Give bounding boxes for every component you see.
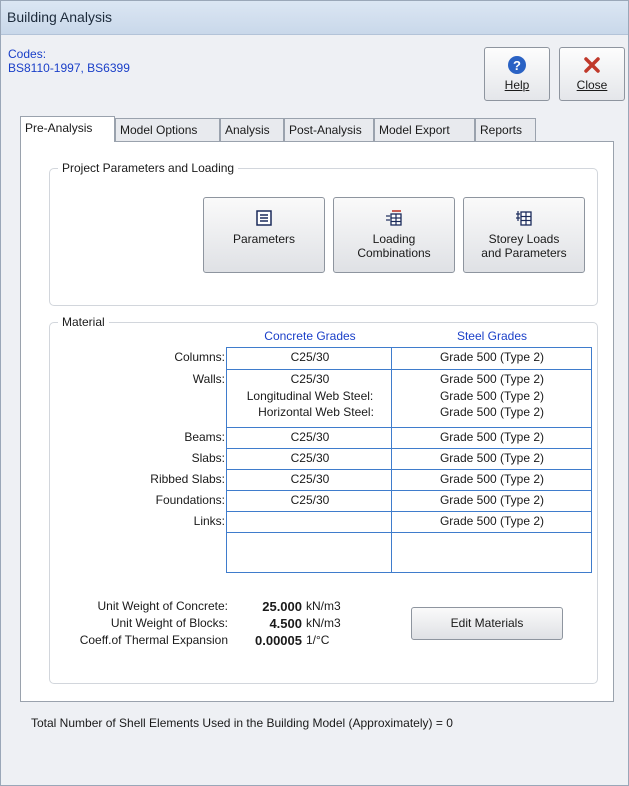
longitudinal-web-steel[interactable]: Grade 500 (Type 2) — [392, 389, 592, 404]
grid-line — [226, 427, 592, 428]
tab-model-export[interactable]: Model Export — [374, 118, 475, 142]
unit-weight-concrete-label: Unit Weight of Concrete: — [97, 599, 228, 613]
grid-line — [226, 532, 592, 533]
codes-value: BS8110-1997, BS6399 — [8, 61, 130, 75]
unit-weight-blocks-row: Unit Weight of Blocks: 4.500 kN/m3 — [50, 616, 370, 632]
ribbed-slabs-steel[interactable]: Grade 500 (Type 2) — [392, 472, 592, 487]
thermal-expansion-value: 0.00005 — [255, 633, 302, 648]
foundations-steel[interactable]: Grade 500 (Type 2) — [392, 493, 592, 508]
codes-label: Codes: — [8, 47, 47, 61]
ribbed-slabs-label: Ribbed Slabs: — [150, 472, 225, 486]
help-label: Help — [504, 78, 530, 92]
steel-grades-header: Steel Grades — [456, 329, 528, 343]
window-title: Building Analysis — [7, 9, 113, 25]
slabs-label: Slabs: — [191, 451, 225, 465]
storey-line1: Storey Loads — [488, 232, 560, 246]
loading-combinations-button[interactable]: Loading Combinations — [333, 197, 455, 273]
beams-concrete[interactable]: C25/30 — [228, 430, 392, 445]
project-group-title: Project Parameters and Loading — [58, 161, 239, 175]
grid-line — [226, 469, 592, 470]
tab-pre-analysis[interactable]: Pre-Analysis — [20, 116, 115, 142]
storey-loads-label: Storey Loads and Parameters — [464, 232, 584, 260]
material-group-title: Material — [58, 315, 109, 329]
tab-reports[interactable]: Reports — [475, 118, 536, 142]
material-group: Material Concrete Grades Steel Grades Co… — [49, 315, 598, 684]
unit-weight-blocks-value: 4.500 — [269, 616, 302, 631]
parameters-label: Parameters — [232, 232, 296, 246]
thermal-expansion-unit: 1/°C — [306, 633, 330, 647]
project-parameters-group: Project Parameters and Loading Parameter… — [49, 161, 598, 306]
grid-line — [226, 511, 592, 512]
beams-label: Beams: — [184, 430, 225, 444]
walls-label: Walls: — [192, 372, 225, 386]
unit-weight-concrete-unit: kN/m3 — [306, 599, 341, 613]
storey-loads-icon — [516, 211, 532, 226]
grid-line — [226, 448, 592, 449]
loading-combinations-label: Loading Combinations — [334, 232, 454, 260]
title-bar: Building Analysis — [1, 1, 628, 35]
close-label: Close — [576, 78, 608, 92]
columns-label: Columns: — [174, 350, 225, 364]
loading-combinations-icon — [386, 210, 402, 226]
walls-steel[interactable]: Grade 500 (Type 2) — [392, 372, 592, 387]
beams-steel[interactable]: Grade 500 (Type 2) — [392, 430, 592, 445]
unit-weight-concrete-row: Unit Weight of Concrete: 25.000 kN/m3 — [50, 599, 370, 615]
shell-elements-status: Total Number of Shell Elements Used in t… — [31, 716, 453, 730]
links-label: Links: — [193, 514, 225, 528]
slabs-steel[interactable]: Grade 500 (Type 2) — [392, 451, 592, 466]
unit-weight-concrete-value: 25.000 — [262, 599, 302, 614]
close-icon — [584, 57, 600, 73]
building-analysis-window: Building Analysis Codes: BS8110-1997, BS… — [0, 0, 629, 786]
grid-line — [226, 369, 592, 370]
horizontal-web-steel[interactable]: Grade 500 (Type 2) — [392, 405, 592, 420]
storey-loads-button[interactable]: Storey Loads and Parameters — [463, 197, 585, 273]
links-steel[interactable]: Grade 500 (Type 2) — [392, 514, 592, 529]
loading-line2: Combinations — [357, 246, 431, 260]
ribbed-slabs-concrete[interactable]: C25/30 — [228, 472, 392, 487]
foundations-label: Foundations: — [155, 493, 225, 507]
pre-analysis-panel: Project Parameters and Loading Parameter… — [20, 141, 614, 702]
parameters-button[interactable]: Parameters — [203, 197, 325, 273]
storey-line2: and Parameters — [481, 246, 567, 260]
close-button[interactable]: Close — [559, 47, 625, 101]
thermal-expansion-label: Coeff.of Thermal Expansion — [79, 633, 228, 647]
loading-line1: Loading — [372, 232, 416, 246]
thermal-expansion-row: Coeff.of Thermal Expansion 0.00005 1/°C — [50, 633, 370, 649]
grid-line — [226, 490, 592, 491]
svg-text:?: ? — [513, 58, 521, 73]
edit-materials-button[interactable]: Edit Materials — [411, 607, 563, 640]
tab-post-analysis[interactable]: Post-Analysis — [284, 118, 374, 142]
longitudinal-web-steel-label: Longitudinal Web Steel: — [246, 389, 374, 403]
help-icon: ? — [508, 56, 526, 74]
parameters-icon — [256, 210, 272, 226]
horizontal-web-steel-label: Horizontal Web Steel: — [258, 405, 374, 419]
unit-weight-blocks-unit: kN/m3 — [306, 616, 341, 630]
concrete-grades-header: Concrete Grades — [264, 329, 356, 343]
columns-steel[interactable]: Grade 500 (Type 2) — [392, 350, 592, 365]
help-button[interactable]: ? Help — [484, 47, 550, 101]
columns-concrete[interactable]: C25/30 — [228, 350, 392, 365]
unit-weight-blocks-label: Unit Weight of Blocks: — [110, 616, 228, 630]
tab-analysis[interactable]: Analysis — [220, 118, 284, 142]
foundations-concrete[interactable]: C25/30 — [228, 493, 392, 508]
walls-concrete[interactable]: C25/30 — [228, 372, 392, 387]
slabs-concrete[interactable]: C25/30 — [228, 451, 392, 466]
tab-model-options[interactable]: Model Options — [115, 118, 220, 142]
